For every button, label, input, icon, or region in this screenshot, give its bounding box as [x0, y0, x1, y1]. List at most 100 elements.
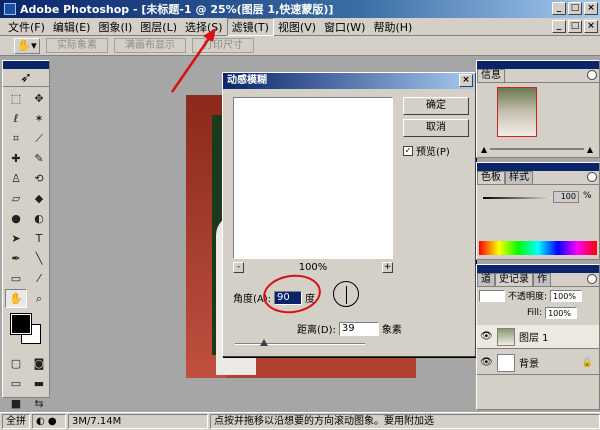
- color-value-field[interactable]: 100: [553, 191, 579, 203]
- move-icon[interactable]: ✥: [28, 89, 50, 108]
- tab-history[interactable]: 史记录: [495, 273, 533, 286]
- zoom-out-mountain-icon[interactable]: ▲: [481, 145, 487, 154]
- menu-image[interactable]: 图象(I): [94, 19, 136, 35]
- cancel-button[interactable]: 取消: [403, 119, 469, 137]
- menu-filter[interactable]: 滤镜(T): [226, 17, 274, 36]
- minimize-button[interactable]: _: [552, 2, 566, 15]
- distance-slider-thumb[interactable]: [260, 339, 268, 346]
- toolbox: ➶ ⬚ ✥ ℓ ✶ ⌗ ⟋ ✚ ✎ ♙ ⟲ ▱ ◆ ● ◐ ➤ T ✒ ╲ ▭ …: [2, 60, 50, 410]
- layer-row-background[interactable]: 👁 背景 🔒: [477, 351, 599, 375]
- doc-close-button[interactable]: ×: [584, 20, 598, 33]
- fullscreen-menu-icon[interactable]: ▬: [28, 374, 50, 393]
- magic-wand-icon[interactable]: ✶: [28, 109, 50, 128]
- distance-slider-track[interactable]: [235, 343, 365, 345]
- navigator-zoom-slider[interactable]: [490, 148, 584, 150]
- tab-styles[interactable]: 样式: [505, 171, 533, 184]
- marquee-icon[interactable]: ⬚: [5, 89, 27, 108]
- brush-icon[interactable]: ✎: [28, 149, 50, 168]
- lasso-icon[interactable]: ℓ: [5, 109, 27, 128]
- preview-checkbox-row[interactable]: ✓ 预览(P): [403, 143, 450, 158]
- menu-edit[interactable]: 编辑(E): [49, 19, 95, 35]
- preview-zoom-row: - 100% +: [233, 261, 393, 273]
- menu-file[interactable]: 文件(F): [4, 19, 49, 35]
- motion-blur-dialog: 动感模糊 × - 100% + 确定 取消 ✓ 预览(P) 角度(A): 90 …: [222, 72, 476, 357]
- opacity-field[interactable]: 100%: [550, 289, 583, 302]
- print-size-button[interactable]: 打印尺寸: [192, 38, 254, 53]
- blend-mode-select[interactable]: [479, 289, 505, 302]
- screen-mode-icon[interactable]: ▭: [5, 374, 27, 393]
- eye-icon[interactable]: 👁: [480, 357, 493, 368]
- tab-channels[interactable]: 道: [477, 273, 495, 286]
- ime-mode-indicator[interactable]: 全拼: [2, 414, 30, 429]
- panel-menu-icon[interactable]: [587, 70, 597, 80]
- zoom-icon[interactable]: ⌕: [28, 289, 50, 308]
- paint-bucket-icon[interactable]: ◆: [28, 189, 50, 208]
- distance-row: 距离(D): 39 象素: [297, 321, 402, 336]
- line-icon[interactable]: ╲: [28, 249, 50, 268]
- eye-icon[interactable]: 👁: [480, 331, 493, 342]
- color-panel: 色板 样式 100 %: [476, 162, 600, 260]
- color-ramp[interactable]: [479, 241, 597, 255]
- hand-tool-preset[interactable]: ✋ ▾: [14, 37, 40, 54]
- ok-button[interactable]: 确定: [403, 97, 469, 115]
- navigator-panel: 信息 ▲ ▲: [476, 60, 600, 158]
- healing-brush-icon[interactable]: ✚: [5, 149, 27, 168]
- actual-pixels-button[interactable]: 实际象素: [46, 38, 108, 53]
- pen-icon[interactable]: ✒: [5, 249, 27, 268]
- layer-row-1[interactable]: 👁 图层 1: [477, 325, 599, 349]
- imageready-icon[interactable]: ⇆: [28, 394, 50, 413]
- layer-thumbnail: [497, 353, 515, 372]
- crop-icon[interactable]: ⌗: [5, 129, 27, 148]
- zoom-in-button[interactable]: +: [382, 261, 393, 273]
- path-select-icon[interactable]: ➤: [5, 229, 27, 248]
- fill-field[interactable]: 100%: [545, 307, 578, 319]
- dialog-close-button[interactable]: ×: [459, 74, 473, 87]
- lock-icon: 🔒: [581, 357, 593, 368]
- maximize-button[interactable]: □: [568, 2, 582, 15]
- menu-help[interactable]: 帮助(H): [369, 19, 416, 35]
- color-panel-menu-icon[interactable]: [587, 172, 597, 182]
- hand-tool-icon[interactable]: ✋: [5, 289, 27, 308]
- zoom-in-mountain-icon[interactable]: ▲: [587, 145, 593, 154]
- fit-on-screen-button[interactable]: 满画布显示: [114, 38, 186, 53]
- menu-layer[interactable]: 图层(L): [136, 19, 181, 35]
- eyedropper-icon[interactable]: ⁄: [28, 269, 50, 288]
- layer-name: 背景: [519, 359, 539, 370]
- doc-restore-button[interactable]: □: [568, 20, 582, 33]
- tab-info[interactable]: 信息: [477, 69, 505, 82]
- layers-panel-menu-icon[interactable]: [587, 274, 597, 284]
- photoshop-app-icon: [4, 3, 16, 15]
- standard-mode-icon[interactable]: ▢: [5, 354, 27, 373]
- doc-minimize-button[interactable]: _: [552, 20, 566, 33]
- clone-stamp-icon[interactable]: ♙: [5, 169, 27, 188]
- menu-select[interactable]: 选择(S): [181, 19, 227, 35]
- menu-view[interactable]: 视图(V): [274, 19, 320, 35]
- blur-preview[interactable]: [233, 97, 393, 259]
- color-slider[interactable]: [483, 197, 563, 199]
- navigator-thumbnail[interactable]: [497, 87, 537, 137]
- color-value-unit: %: [583, 191, 592, 201]
- distance-input[interactable]: 39: [338, 321, 379, 336]
- type-icon[interactable]: T: [28, 229, 50, 248]
- dodge-icon[interactable]: ◐: [28, 209, 50, 228]
- notes-icon[interactable]: ▭: [5, 269, 27, 288]
- photoshop-eye-logo[interactable]: ➶: [3, 69, 49, 87]
- ime-icons[interactable]: ◐ ●: [32, 414, 66, 429]
- history-brush-icon[interactable]: ⟲: [28, 169, 50, 188]
- zoom-out-button[interactable]: -: [233, 261, 244, 273]
- window-titlebar: Adobe Photoshop - [未标题-1 @ 25%(图层 1,快速蒙版…: [0, 0, 600, 18]
- distance-label: 距离(D):: [297, 325, 336, 336]
- slice-icon[interactable]: ⟋: [28, 129, 50, 148]
- color-swatches: [5, 313, 47, 348]
- menu-window[interactable]: 窗口(W): [320, 19, 369, 35]
- angle-dial[interactable]: [333, 281, 359, 307]
- tab-swatches[interactable]: 色板: [477, 171, 505, 184]
- preview-checkbox[interactable]: ✓: [403, 145, 413, 156]
- eraser-icon[interactable]: ▱: [5, 189, 27, 208]
- fullscreen-icon[interactable]: ■: [5, 394, 27, 413]
- quick-mask-icon[interactable]: ◙: [28, 354, 50, 373]
- close-button[interactable]: ×: [584, 2, 598, 15]
- blur-icon[interactable]: ●: [5, 209, 27, 228]
- tab-actions[interactable]: 作: [533, 273, 551, 286]
- foreground-color-swatch[interactable]: [10, 313, 32, 335]
